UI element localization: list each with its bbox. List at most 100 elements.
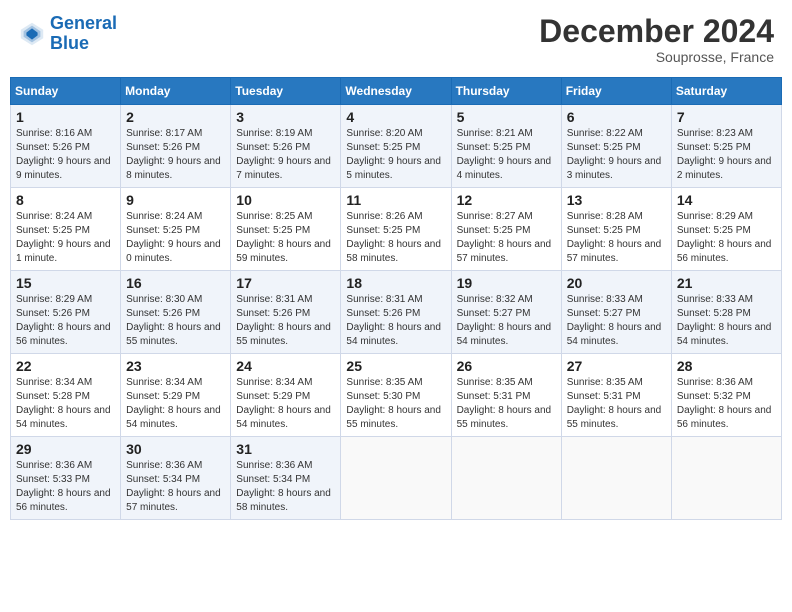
day-info: Sunrise: 8:25 AM Sunset: 5:25 PM Dayligh…	[236, 210, 335, 266]
calendar-cell: 14 Sunrise: 8:29 AM Sunset: 5:25 PM Dayl…	[671, 188, 781, 271]
day-info: Sunrise: 8:23 AM Sunset: 5:25 PM Dayligh…	[677, 127, 776, 183]
day-number: 5	[457, 109, 556, 125]
day-number: 14	[677, 192, 776, 208]
calendar-week-row: 22 Sunrise: 8:34 AM Sunset: 5:28 PM Dayl…	[11, 354, 782, 437]
day-number: 21	[677, 275, 776, 291]
title-block: December 2024 Souprosse, France	[539, 14, 774, 65]
day-number: 3	[236, 109, 335, 125]
calendar-cell: 28 Sunrise: 8:36 AM Sunset: 5:32 PM Dayl…	[671, 354, 781, 437]
month-title: December 2024	[539, 14, 774, 49]
day-info: Sunrise: 8:21 AM Sunset: 5:25 PM Dayligh…	[457, 127, 556, 183]
day-number: 27	[567, 358, 666, 374]
day-info: Sunrise: 8:34 AM Sunset: 5:28 PM Dayligh…	[16, 376, 115, 432]
day-number: 8	[16, 192, 115, 208]
calendar-cell: 24 Sunrise: 8:34 AM Sunset: 5:29 PM Dayl…	[231, 354, 341, 437]
day-number: 18	[346, 275, 445, 291]
calendar-cell: 31 Sunrise: 8:36 AM Sunset: 5:34 PM Dayl…	[231, 437, 341, 520]
logo: General Blue	[18, 14, 117, 54]
day-number: 13	[567, 192, 666, 208]
day-info: Sunrise: 8:24 AM Sunset: 5:25 PM Dayligh…	[16, 210, 115, 266]
weekday-header-row: SundayMondayTuesdayWednesdayThursdayFrid…	[11, 78, 782, 105]
day-info: Sunrise: 8:31 AM Sunset: 5:26 PM Dayligh…	[346, 293, 445, 349]
day-number: 25	[346, 358, 445, 374]
calendar-cell: 20 Sunrise: 8:33 AM Sunset: 5:27 PM Dayl…	[561, 271, 671, 354]
logo-blue: Blue	[50, 33, 89, 53]
calendar-cell: 5 Sunrise: 8:21 AM Sunset: 5:25 PM Dayli…	[451, 105, 561, 188]
day-info: Sunrise: 8:26 AM Sunset: 5:25 PM Dayligh…	[346, 210, 445, 266]
calendar-cell: 21 Sunrise: 8:33 AM Sunset: 5:28 PM Dayl…	[671, 271, 781, 354]
day-info: Sunrise: 8:29 AM Sunset: 5:25 PM Dayligh…	[677, 210, 776, 266]
calendar-cell: 13 Sunrise: 8:28 AM Sunset: 5:25 PM Dayl…	[561, 188, 671, 271]
calendar-cell: 25 Sunrise: 8:35 AM Sunset: 5:30 PM Dayl…	[341, 354, 451, 437]
day-number: 23	[126, 358, 225, 374]
day-info: Sunrise: 8:36 AM Sunset: 5:32 PM Dayligh…	[677, 376, 776, 432]
day-info: Sunrise: 8:24 AM Sunset: 5:25 PM Dayligh…	[126, 210, 225, 266]
calendar-cell: 26 Sunrise: 8:35 AM Sunset: 5:31 PM Dayl…	[451, 354, 561, 437]
calendar-cell: 4 Sunrise: 8:20 AM Sunset: 5:25 PM Dayli…	[341, 105, 451, 188]
day-info: Sunrise: 8:36 AM Sunset: 5:33 PM Dayligh…	[16, 459, 115, 515]
weekday-header: Monday	[121, 78, 231, 105]
day-number: 7	[677, 109, 776, 125]
calendar-cell: 17 Sunrise: 8:31 AM Sunset: 5:26 PM Dayl…	[231, 271, 341, 354]
calendar-week-row: 8 Sunrise: 8:24 AM Sunset: 5:25 PM Dayli…	[11, 188, 782, 271]
day-info: Sunrise: 8:29 AM Sunset: 5:26 PM Dayligh…	[16, 293, 115, 349]
calendar-cell: 30 Sunrise: 8:36 AM Sunset: 5:34 PM Dayl…	[121, 437, 231, 520]
day-number: 1	[16, 109, 115, 125]
calendar-week-row: 15 Sunrise: 8:29 AM Sunset: 5:26 PM Dayl…	[11, 271, 782, 354]
day-info: Sunrise: 8:34 AM Sunset: 5:29 PM Dayligh…	[126, 376, 225, 432]
calendar-cell: 7 Sunrise: 8:23 AM Sunset: 5:25 PM Dayli…	[671, 105, 781, 188]
day-info: Sunrise: 8:16 AM Sunset: 5:26 PM Dayligh…	[16, 127, 115, 183]
day-number: 19	[457, 275, 556, 291]
day-number: 16	[126, 275, 225, 291]
day-info: Sunrise: 8:30 AM Sunset: 5:26 PM Dayligh…	[126, 293, 225, 349]
calendar-cell: 15 Sunrise: 8:29 AM Sunset: 5:26 PM Dayl…	[11, 271, 121, 354]
calendar-cell	[341, 437, 451, 520]
day-info: Sunrise: 8:33 AM Sunset: 5:27 PM Dayligh…	[567, 293, 666, 349]
calendar-cell: 27 Sunrise: 8:35 AM Sunset: 5:31 PM Dayl…	[561, 354, 671, 437]
calendar-table: SundayMondayTuesdayWednesdayThursdayFrid…	[10, 77, 782, 520]
calendar-cell: 18 Sunrise: 8:31 AM Sunset: 5:26 PM Dayl…	[341, 271, 451, 354]
calendar-cell: 11 Sunrise: 8:26 AM Sunset: 5:25 PM Dayl…	[341, 188, 451, 271]
calendar-cell: 6 Sunrise: 8:22 AM Sunset: 5:25 PM Dayli…	[561, 105, 671, 188]
day-info: Sunrise: 8:27 AM Sunset: 5:25 PM Dayligh…	[457, 210, 556, 266]
day-number: 20	[567, 275, 666, 291]
calendar-cell	[561, 437, 671, 520]
page-header: General Blue December 2024 Souprosse, Fr…	[10, 10, 782, 69]
weekday-header: Wednesday	[341, 78, 451, 105]
day-number: 2	[126, 109, 225, 125]
day-number: 4	[346, 109, 445, 125]
logo-general: General	[50, 13, 117, 33]
day-number: 11	[346, 192, 445, 208]
calendar-cell: 23 Sunrise: 8:34 AM Sunset: 5:29 PM Dayl…	[121, 354, 231, 437]
weekday-header: Thursday	[451, 78, 561, 105]
calendar-week-row: 29 Sunrise: 8:36 AM Sunset: 5:33 PM Dayl…	[11, 437, 782, 520]
day-number: 29	[16, 441, 115, 457]
weekday-header: Sunday	[11, 78, 121, 105]
day-info: Sunrise: 8:35 AM Sunset: 5:31 PM Dayligh…	[567, 376, 666, 432]
calendar-cell	[671, 437, 781, 520]
day-info: Sunrise: 8:22 AM Sunset: 5:25 PM Dayligh…	[567, 127, 666, 183]
day-number: 22	[16, 358, 115, 374]
calendar-cell	[451, 437, 561, 520]
calendar-week-row: 1 Sunrise: 8:16 AM Sunset: 5:26 PM Dayli…	[11, 105, 782, 188]
day-info: Sunrise: 8:35 AM Sunset: 5:30 PM Dayligh…	[346, 376, 445, 432]
calendar-cell: 10 Sunrise: 8:25 AM Sunset: 5:25 PM Dayl…	[231, 188, 341, 271]
day-info: Sunrise: 8:31 AM Sunset: 5:26 PM Dayligh…	[236, 293, 335, 349]
calendar-cell: 12 Sunrise: 8:27 AM Sunset: 5:25 PM Dayl…	[451, 188, 561, 271]
calendar-cell: 29 Sunrise: 8:36 AM Sunset: 5:33 PM Dayl…	[11, 437, 121, 520]
day-number: 17	[236, 275, 335, 291]
calendar-cell: 1 Sunrise: 8:16 AM Sunset: 5:26 PM Dayli…	[11, 105, 121, 188]
day-info: Sunrise: 8:36 AM Sunset: 5:34 PM Dayligh…	[126, 459, 225, 515]
day-number: 30	[126, 441, 225, 457]
location: Souprosse, France	[539, 49, 774, 65]
day-info: Sunrise: 8:32 AM Sunset: 5:27 PM Dayligh…	[457, 293, 556, 349]
day-number: 10	[236, 192, 335, 208]
calendar-cell: 9 Sunrise: 8:24 AM Sunset: 5:25 PM Dayli…	[121, 188, 231, 271]
day-number: 12	[457, 192, 556, 208]
calendar-cell: 16 Sunrise: 8:30 AM Sunset: 5:26 PM Dayl…	[121, 271, 231, 354]
weekday-header: Tuesday	[231, 78, 341, 105]
day-number: 6	[567, 109, 666, 125]
day-number: 15	[16, 275, 115, 291]
day-number: 31	[236, 441, 335, 457]
day-info: Sunrise: 8:17 AM Sunset: 5:26 PM Dayligh…	[126, 127, 225, 183]
